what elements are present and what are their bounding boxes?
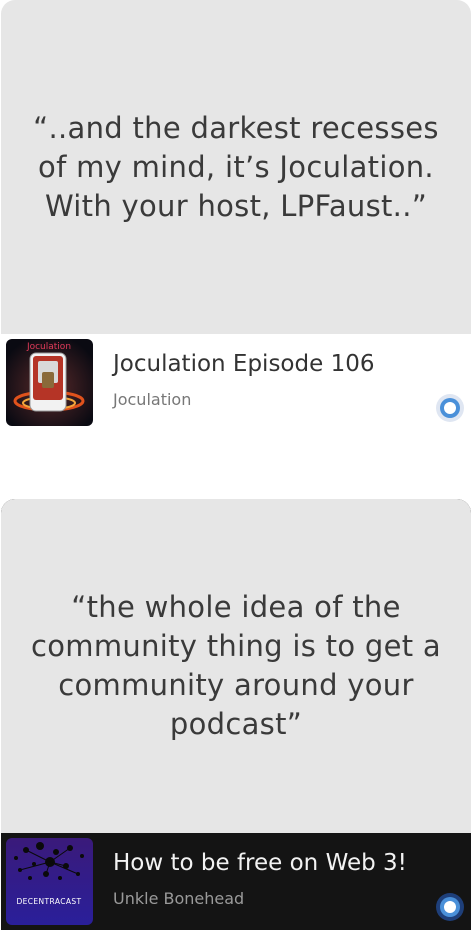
episode-title[interactable]: Joculation Episode 106: [113, 351, 374, 377]
quote-area: “..and the darkest recesses of my mind, …: [1, 0, 471, 334]
clip-card[interactable]: “the whole idea of the community thing i…: [1, 499, 471, 930]
podcast-cover-image[interactable]: DECENTRACAST: [6, 838, 93, 925]
episode-title[interactable]: How to be free on Web 3!: [113, 850, 407, 876]
episode-meta-bar[interactable]: Joculation Joculation Episode 106 Jocula…: [1, 334, 471, 431]
quote-text: “the whole idea of the community thing i…: [31, 590, 441, 741]
ring-indicator-icon: [436, 394, 464, 422]
show-name[interactable]: Joculation: [113, 390, 191, 409]
cover-label: DECENTRACAST: [16, 897, 81, 906]
joculation-cover-icon: Joculation: [6, 339, 93, 426]
ring-indicator-icon: [436, 893, 464, 921]
show-name[interactable]: Unkle Bonehead: [113, 889, 244, 908]
podcast-cover-image[interactable]: Joculation: [6, 339, 93, 426]
cover-label: Joculation: [26, 342, 71, 352]
quote-area: “the whole idea of the community thing i…: [1, 499, 471, 833]
decentracast-cover-icon: DECENTRACAST: [6, 838, 93, 925]
quote-text: “..and the darkest recesses of my mind, …: [33, 110, 439, 223]
episode-meta-bar[interactable]: DECENTRACAST How to be free on Web 3! Un…: [1, 833, 471, 930]
clip-card[interactable]: “..and the darkest recesses of my mind, …: [1, 0, 471, 431]
